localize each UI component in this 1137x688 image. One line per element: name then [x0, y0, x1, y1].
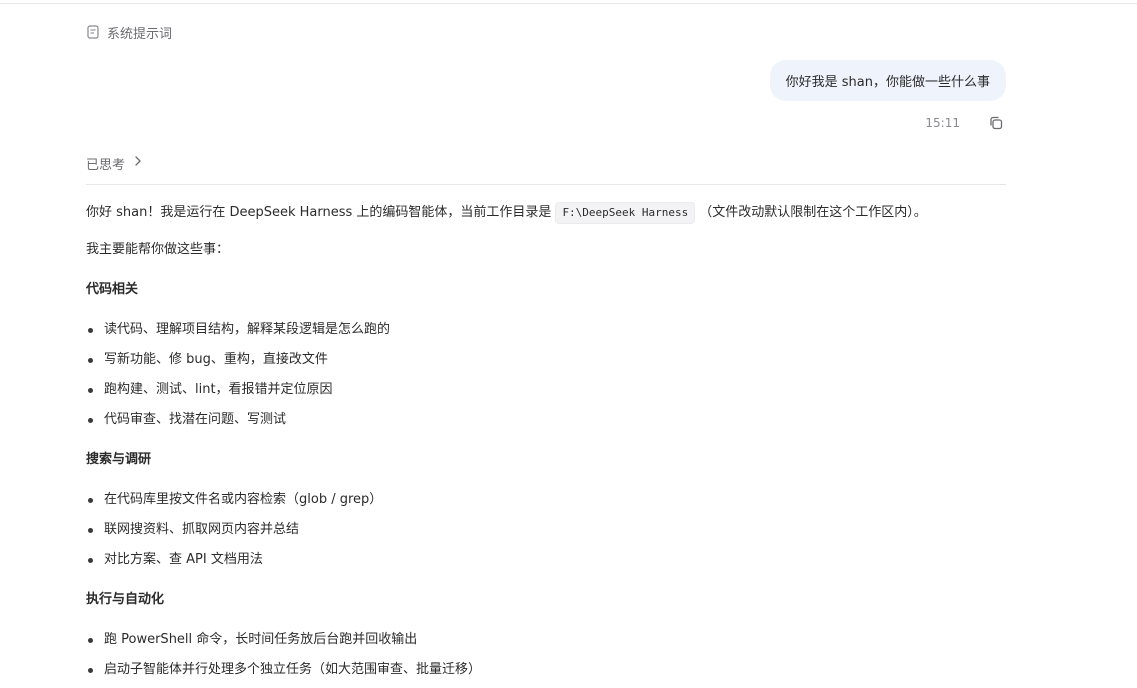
list-item: 联网搜资料、抓取网页内容并总结: [86, 520, 1006, 540]
list-item: 对比方案、查 API 文档用法: [86, 550, 1006, 570]
chevron-right-icon: [133, 155, 143, 171]
list-item: 启动子智能体并行处理多个独立任务（如大范围审查、批量迁移）: [86, 660, 1006, 680]
document-icon: [86, 25, 100, 39]
assistant-answer: 你好 shan！我是运行在 DeepSeek Harness 上的编码智能体，当…: [86, 200, 1006, 680]
user-message-bubble: 你好我是 shan，你能做一些什么事: [769, 60, 1006, 101]
list-item: 跑构建、测试、lint，看报错并定位原因: [86, 380, 1006, 400]
user-message-text: 你好我是 shan，你能做一些什么事: [785, 75, 990, 90]
system-prompt-label: 系统提示词: [107, 26, 173, 42]
list-item: 读代码、理解项目结构，解释某段逻辑是怎么跑的: [86, 320, 1006, 340]
section-title: 搜索与调研: [86, 452, 152, 467]
answer-lead: 我主要能帮你做这些事：: [86, 242, 230, 257]
copy-button[interactable]: [986, 113, 1006, 133]
section-title: 代码相关: [86, 282, 139, 297]
intro-text-after: （文件改动默认限制在这个工作区内）。: [699, 205, 927, 220]
message-timestamp: 15:11: [925, 116, 960, 130]
bullet-list: 跑 PowerShell 命令，长时间任务放后台跑并回收输出 启动子智能体并行处…: [86, 630, 1006, 680]
list-item: 在代码库里按文件名或内容检索（glob / grep）: [86, 490, 1006, 510]
divider: [86, 184, 1006, 185]
thinking-label: 已思考: [86, 157, 126, 173]
workdir-code: F:\DeepSeek Harness: [555, 202, 696, 224]
list-item: 代码审查、找潜在问题、写测试: [86, 410, 1006, 430]
bullet-list: 读代码、理解项目结构，解释某段逻辑是怎么跑的 写新功能、修 bug、重构，直接改…: [86, 320, 1006, 430]
list-item: 跑 PowerShell 命令，长时间任务放后台跑并回收输出: [86, 630, 1006, 650]
message-meta: 15:11: [925, 113, 1006, 133]
bullet-list: 在代码库里按文件名或内容检索（glob / grep） 联网搜资料、抓取网页内容…: [86, 490, 1006, 570]
list-item: 写新功能、修 bug、重构，直接改文件: [86, 350, 1006, 370]
top-border: [0, 0, 1137, 4]
copy-icon: [990, 116, 1003, 130]
section-title: 执行与自动化: [86, 592, 165, 607]
thinking-toggle[interactable]: 已思考: [86, 153, 143, 173]
system-prompt-toggle[interactable]: 系统提示词: [86, 22, 172, 42]
intro-text-before: 你好 shan！我是运行在 DeepSeek Harness 上的编码智能体，当…: [86, 205, 552, 220]
answer-intro: 你好 shan！我是运行在 DeepSeek Harness 上的编码智能体，当…: [86, 200, 1006, 226]
